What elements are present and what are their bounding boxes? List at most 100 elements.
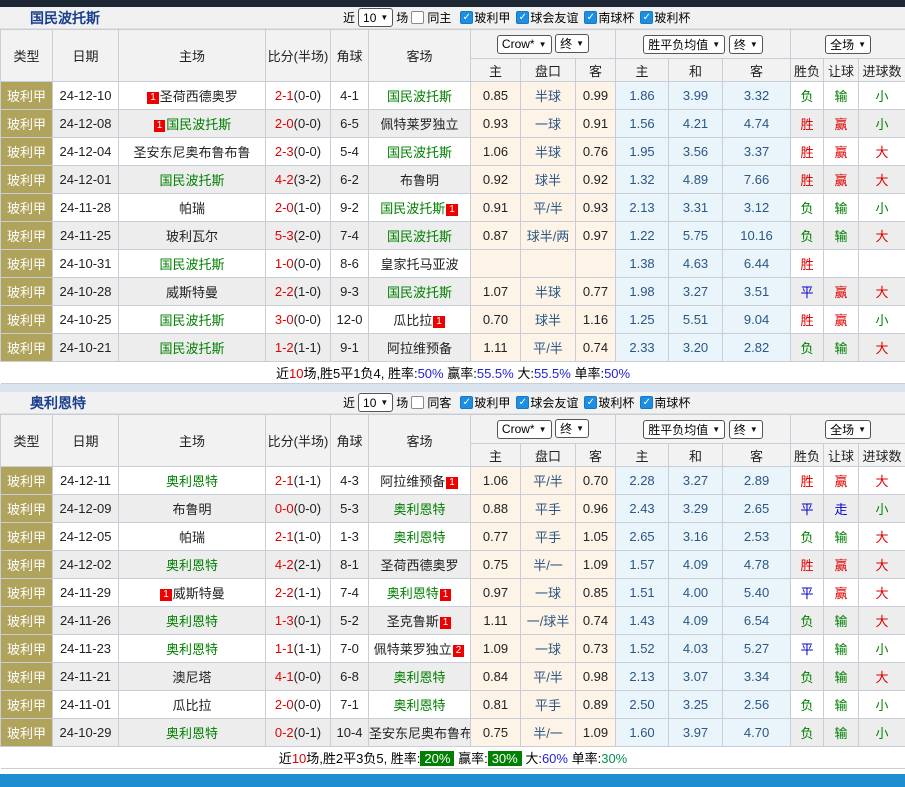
odds-source-select[interactable]: Crow*▼ <box>497 35 552 54</box>
home-odds-cell: 0.87 <box>471 222 521 250</box>
stat-segment: 赢率: <box>444 366 477 381</box>
corner-cell: 9-2 <box>331 194 369 222</box>
same-side-checkbox[interactable] <box>411 396 424 409</box>
same-side-checkbox[interactable] <box>411 11 424 24</box>
same-side-label: 同客 <box>427 394 451 411</box>
halftime-score: (0-0) <box>294 501 321 516</box>
result-cell: 负 <box>791 691 824 719</box>
halftime-score: (1-0) <box>294 200 321 215</box>
section-separator <box>0 384 905 392</box>
home-team-name: 奥利恩特 <box>166 642 218 657</box>
home-odds-cell: 0.85 <box>471 82 521 110</box>
away-team-cell: 佩特莱罗独立2 <box>369 635 471 663</box>
avg-select-value: 胜平负均值 <box>648 36 708 53</box>
avg-final-select[interactable]: 终▼ <box>729 35 763 54</box>
handicap-cell: 平手 <box>521 691 576 719</box>
avg-draw-cell: 3.56 <box>669 138 723 166</box>
avg-final-select[interactable]: 终▼ <box>729 420 763 439</box>
scope-select[interactable]: 全场▼ <box>825 420 871 439</box>
halftime-score: (1-1) <box>294 641 321 656</box>
avg-home-cell: 2.13 <box>616 194 669 222</box>
score-cell: 2-0(1-0) <box>266 194 331 222</box>
league-checkbox[interactable]: ✓ <box>584 396 597 409</box>
handicap-cell: 一球 <box>521 635 576 663</box>
avg-select-value: 胜平负均值 <box>648 421 708 438</box>
away-odds-cell: 0.73 <box>576 635 616 663</box>
avg-draw-cell: 4.63 <box>669 250 723 278</box>
avg-home-cell: 1.98 <box>616 278 669 306</box>
league-checkbox[interactable]: ✓ <box>584 11 597 24</box>
chevron-down-icon: ▼ <box>712 40 720 49</box>
games-count-select[interactable]: 10▼ <box>358 393 393 412</box>
avg-home-cell: 1.56 <box>616 110 669 138</box>
stat-segment: 近 <box>276 366 289 381</box>
cover-result-cell: 赢 <box>824 166 859 194</box>
result-cell: 平 <box>791 495 824 523</box>
scope-select[interactable]: 全场▼ <box>825 35 871 54</box>
result-cell: 负 <box>791 719 824 747</box>
corner-cell: 12-0 <box>331 306 369 334</box>
home-odds-cell: 0.70 <box>471 306 521 334</box>
red-card-badge: 1 <box>440 589 452 601</box>
scope-select-group: 全场▼ <box>791 30 905 59</box>
games-count-select[interactable]: 10▼ <box>358 8 393 27</box>
fulltime-score: 1-1 <box>275 641 294 656</box>
stat-segment: 55.5% <box>534 366 571 381</box>
away-team-name: 布鲁明 <box>400 173 439 188</box>
home-odds-cell: 0.77 <box>471 523 521 551</box>
away-team-cell: 圣荷西德奥罗 <box>369 551 471 579</box>
league-label: 球会友谊 <box>530 9 578 26</box>
handicap-cell: 一球 <box>521 579 576 607</box>
date-cell: 24-11-01 <box>53 691 119 719</box>
league-checkbox[interactable]: ✓ <box>516 396 529 409</box>
home-team-name: 国民波托斯 <box>159 173 224 188</box>
away-team-cell: 国民波托斯 <box>369 278 471 306</box>
league-checkbox[interactable]: ✓ <box>516 11 529 24</box>
sub-header-avg-away: 客 <box>723 444 791 467</box>
stat-segment: 50% <box>604 366 630 381</box>
halftime-score: (0-0) <box>294 116 321 131</box>
league-cell: 玻利甲 <box>1 467 53 495</box>
odds-source-select[interactable]: Crow*▼ <box>497 420 552 439</box>
cover-result-cell: 赢 <box>824 306 859 334</box>
avg-select[interactable]: 胜平负均值▼ <box>643 420 725 439</box>
fulltime-score: 3-0 <box>275 312 294 327</box>
date-cell: 24-12-04 <box>53 138 119 166</box>
league-checkbox[interactable]: ✓ <box>640 396 653 409</box>
avg-home-cell: 2.65 <box>616 523 669 551</box>
avg-draw-cell: 3.99 <box>669 82 723 110</box>
avg-home-cell: 2.13 <box>616 663 669 691</box>
home-team-name: 国民波托斯 <box>159 257 224 272</box>
sub-header-cover: 让球 <box>824 59 859 82</box>
cover-result-cell: 输 <box>824 635 859 663</box>
league-checkbox[interactable]: ✓ <box>460 396 473 409</box>
games-unit-label: 场 <box>396 9 408 26</box>
away-odds-cell: 0.92 <box>576 166 616 194</box>
corner-cell: 8-1 <box>331 551 369 579</box>
away-team-name: 佩特莱罗独立 <box>380 117 458 132</box>
odds-final-select[interactable]: 终▼ <box>555 419 589 438</box>
home-team-cell: 1威斯特曼 <box>119 579 266 607</box>
score-cell: 4-2(3-2) <box>266 166 331 194</box>
fulltime-score: 4-2 <box>275 557 294 572</box>
fulltime-score: 2-1 <box>275 529 294 544</box>
home-team-cell: 国民波托斯 <box>119 334 266 362</box>
stat-segment: 60% <box>542 751 568 766</box>
cover-result-cell: 输 <box>824 334 859 362</box>
odds-final-select[interactable]: 终▼ <box>555 34 589 53</box>
match-row: 玻利甲24-11-25玻利瓦尔5-3(2-0)7-4国民波托斯0.87球半/两0… <box>1 222 905 250</box>
result-cell: 胜 <box>791 306 824 334</box>
goals-result-cell: 大 <box>859 278 905 306</box>
avg-draw-cell: 3.20 <box>669 334 723 362</box>
avg-away-cell: 3.37 <box>723 138 791 166</box>
date-cell: 24-10-31 <box>53 250 119 278</box>
chevron-down-icon: ▼ <box>750 40 758 49</box>
result-cell: 胜 <box>791 551 824 579</box>
corner-cell: 1-3 <box>331 523 369 551</box>
league-checkbox[interactable]: ✓ <box>460 11 473 24</box>
home-odds-cell: 0.93 <box>471 110 521 138</box>
avg-select[interactable]: 胜平负均值 ▼ <box>643 35 725 54</box>
league-checkbox[interactable]: ✓ <box>640 11 653 24</box>
fulltime-score: 2-0 <box>275 116 294 131</box>
home-odds-cell: 0.97 <box>471 579 521 607</box>
